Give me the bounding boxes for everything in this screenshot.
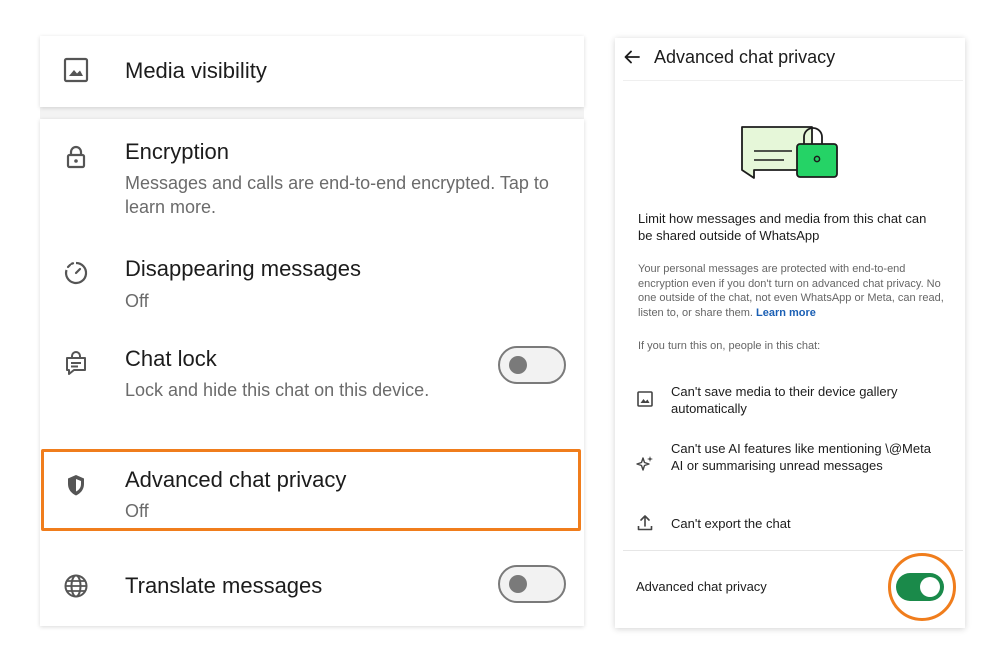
lock-icon — [66, 145, 86, 169]
learn-more-link[interactable]: Learn more — [756, 307, 816, 319]
timer-icon — [64, 261, 88, 285]
disappearing-messages-title: Disappearing messages — [125, 256, 362, 281]
image-icon — [63, 57, 89, 83]
page-title: Advanced chat privacy — [654, 47, 836, 67]
chat-lock-icon — [66, 351, 86, 375]
advanced-chat-privacy-toggle-label: Advanced chat privacy — [636, 579, 767, 594]
list-item: Can't save media to their device gallery… — [615, 383, 965, 423]
media-visibility-card: Media visibility — [40, 36, 584, 107]
translate-messages-title: Translate messages — [125, 573, 323, 598]
sparkle-icon — [636, 456, 653, 471]
advanced-chat-privacy-screen: Advanced chat privacy Limit how messages… — [615, 38, 965, 628]
upload-icon — [637, 515, 653, 531]
privacy-headline: Limit how messages and media from this c… — [638, 211, 927, 243]
image-icon — [637, 391, 653, 407]
encryption-row[interactable]: Encryption Messages and calls are end-to… — [40, 119, 584, 229]
translate-messages-toggle[interactable] — [498, 565, 566, 603]
permission-label: Can't save media to their device gallery… — [671, 384, 898, 416]
permission-label: Can't use AI features like mentioning \@… — [671, 441, 931, 473]
chat-lock-subtitle: Lock and hide this chat on this device. — [125, 380, 430, 400]
top-app-bar: Advanced chat privacy — [615, 38, 965, 80]
chat-lock-illustration — [741, 126, 838, 179]
translate-messages-row[interactable]: Translate messages — [40, 549, 584, 626]
advanced-chat-privacy-highlight — [41, 449, 581, 531]
permissions-intro: If you turn this on, people in this chat… — [638, 340, 821, 352]
list-item: Can't export the chat — [615, 514, 965, 536]
media-visibility-row[interactable]: Media visibility — [40, 36, 584, 107]
chat-lock-toggle[interactable] — [498, 346, 566, 384]
permission-label: Can't export the chat — [671, 516, 791, 531]
chat-lock-row[interactable]: Chat lock Lock and hide this chat on thi… — [40, 329, 584, 439]
disappearing-messages-row[interactable]: Disappearing messages Off — [40, 237, 584, 317]
encryption-subtitle: Messages and calls are end-to-end encryp… — [125, 173, 549, 217]
toggle-highlight-ring — [888, 553, 956, 621]
privacy-body: Your personal messages are protected wit… — [638, 262, 948, 320]
media-visibility-title: Media visibility — [125, 58, 267, 83]
list-item: Can't use AI features like mentioning \@… — [615, 440, 965, 492]
chat-lock-title: Chat lock — [125, 346, 217, 371]
chat-settings-panel: Media visibility Encryption Messages and… — [40, 36, 584, 626]
disappearing-messages-status: Off — [125, 291, 149, 311]
globe-icon — [64, 574, 88, 598]
settings-card: Encryption Messages and calls are end-to… — [40, 119, 584, 626]
encryption-title: Encryption — [125, 139, 229, 164]
back-arrow-icon[interactable] — [623, 48, 641, 66]
